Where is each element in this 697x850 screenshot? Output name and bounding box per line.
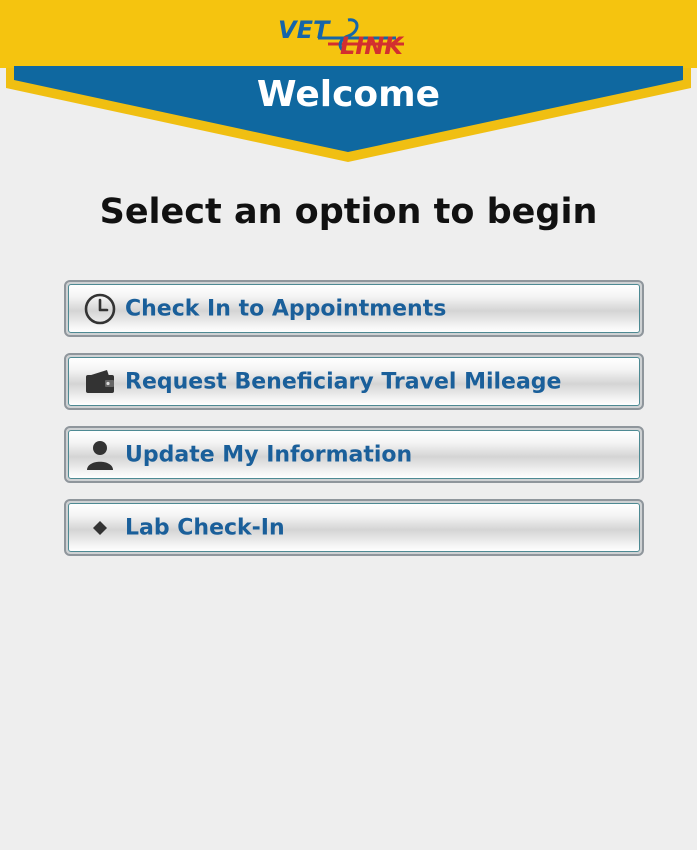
update-information-label: Update My Information xyxy=(125,442,413,467)
option-face: Check In to Appointments xyxy=(68,284,640,333)
request-travel-mileage-button[interactable]: Request Beneficiary Travel Mileage xyxy=(64,353,644,410)
clock-icon xyxy=(83,292,117,326)
request-travel-mileage-label: Request Beneficiary Travel Mileage xyxy=(125,369,562,394)
page-heading: Select an option to begin xyxy=(99,192,598,232)
check-in-appointments-button[interactable]: Check In to Appointments xyxy=(64,280,644,337)
lab-check-in-button[interactable]: Lab Check-In xyxy=(64,499,644,556)
lab-check-in-label: Lab Check-In xyxy=(125,515,285,540)
user-icon xyxy=(83,438,117,472)
top-bar: VET LINK xyxy=(0,0,697,68)
logo-vet-text: VET xyxy=(278,16,330,44)
check-in-appointments-label: Check In to Appointments xyxy=(125,296,447,321)
wallet-icon xyxy=(83,365,117,399)
option-face: Lab Check-In xyxy=(68,503,640,552)
update-information-button[interactable]: Update My Information xyxy=(64,426,644,483)
vetlink-logo: VET LINK xyxy=(278,14,418,62)
diamond-icon xyxy=(83,511,117,545)
option-face: Request Beneficiary Travel Mileage xyxy=(68,357,640,406)
option-face: Update My Information xyxy=(68,430,640,479)
logo-link-text: LINK xyxy=(340,32,403,60)
welcome-title: Welcome xyxy=(256,74,441,115)
